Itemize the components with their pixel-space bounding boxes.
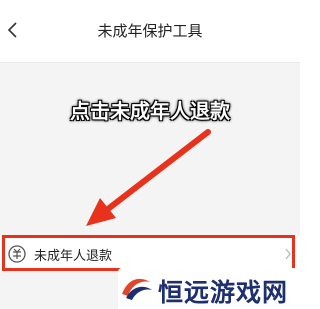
menu-item-label: 未成年人退款 xyxy=(34,249,113,264)
menu-item-minor-refund[interactable]: 未成年人退款 xyxy=(0,237,300,271)
chevron-right-icon xyxy=(285,248,291,260)
refund-icon xyxy=(8,245,26,263)
top-bar: 未成年保护工具 xyxy=(0,0,300,63)
watermark-logo-icon xyxy=(122,278,152,300)
page-title: 未成年保护工具 xyxy=(97,22,203,40)
watermark: 恒远游戏网 xyxy=(118,268,300,309)
watermark-text: 恒远游戏网 xyxy=(158,278,289,307)
instruction-callout: 点击未成年人退款 xyxy=(70,99,230,123)
